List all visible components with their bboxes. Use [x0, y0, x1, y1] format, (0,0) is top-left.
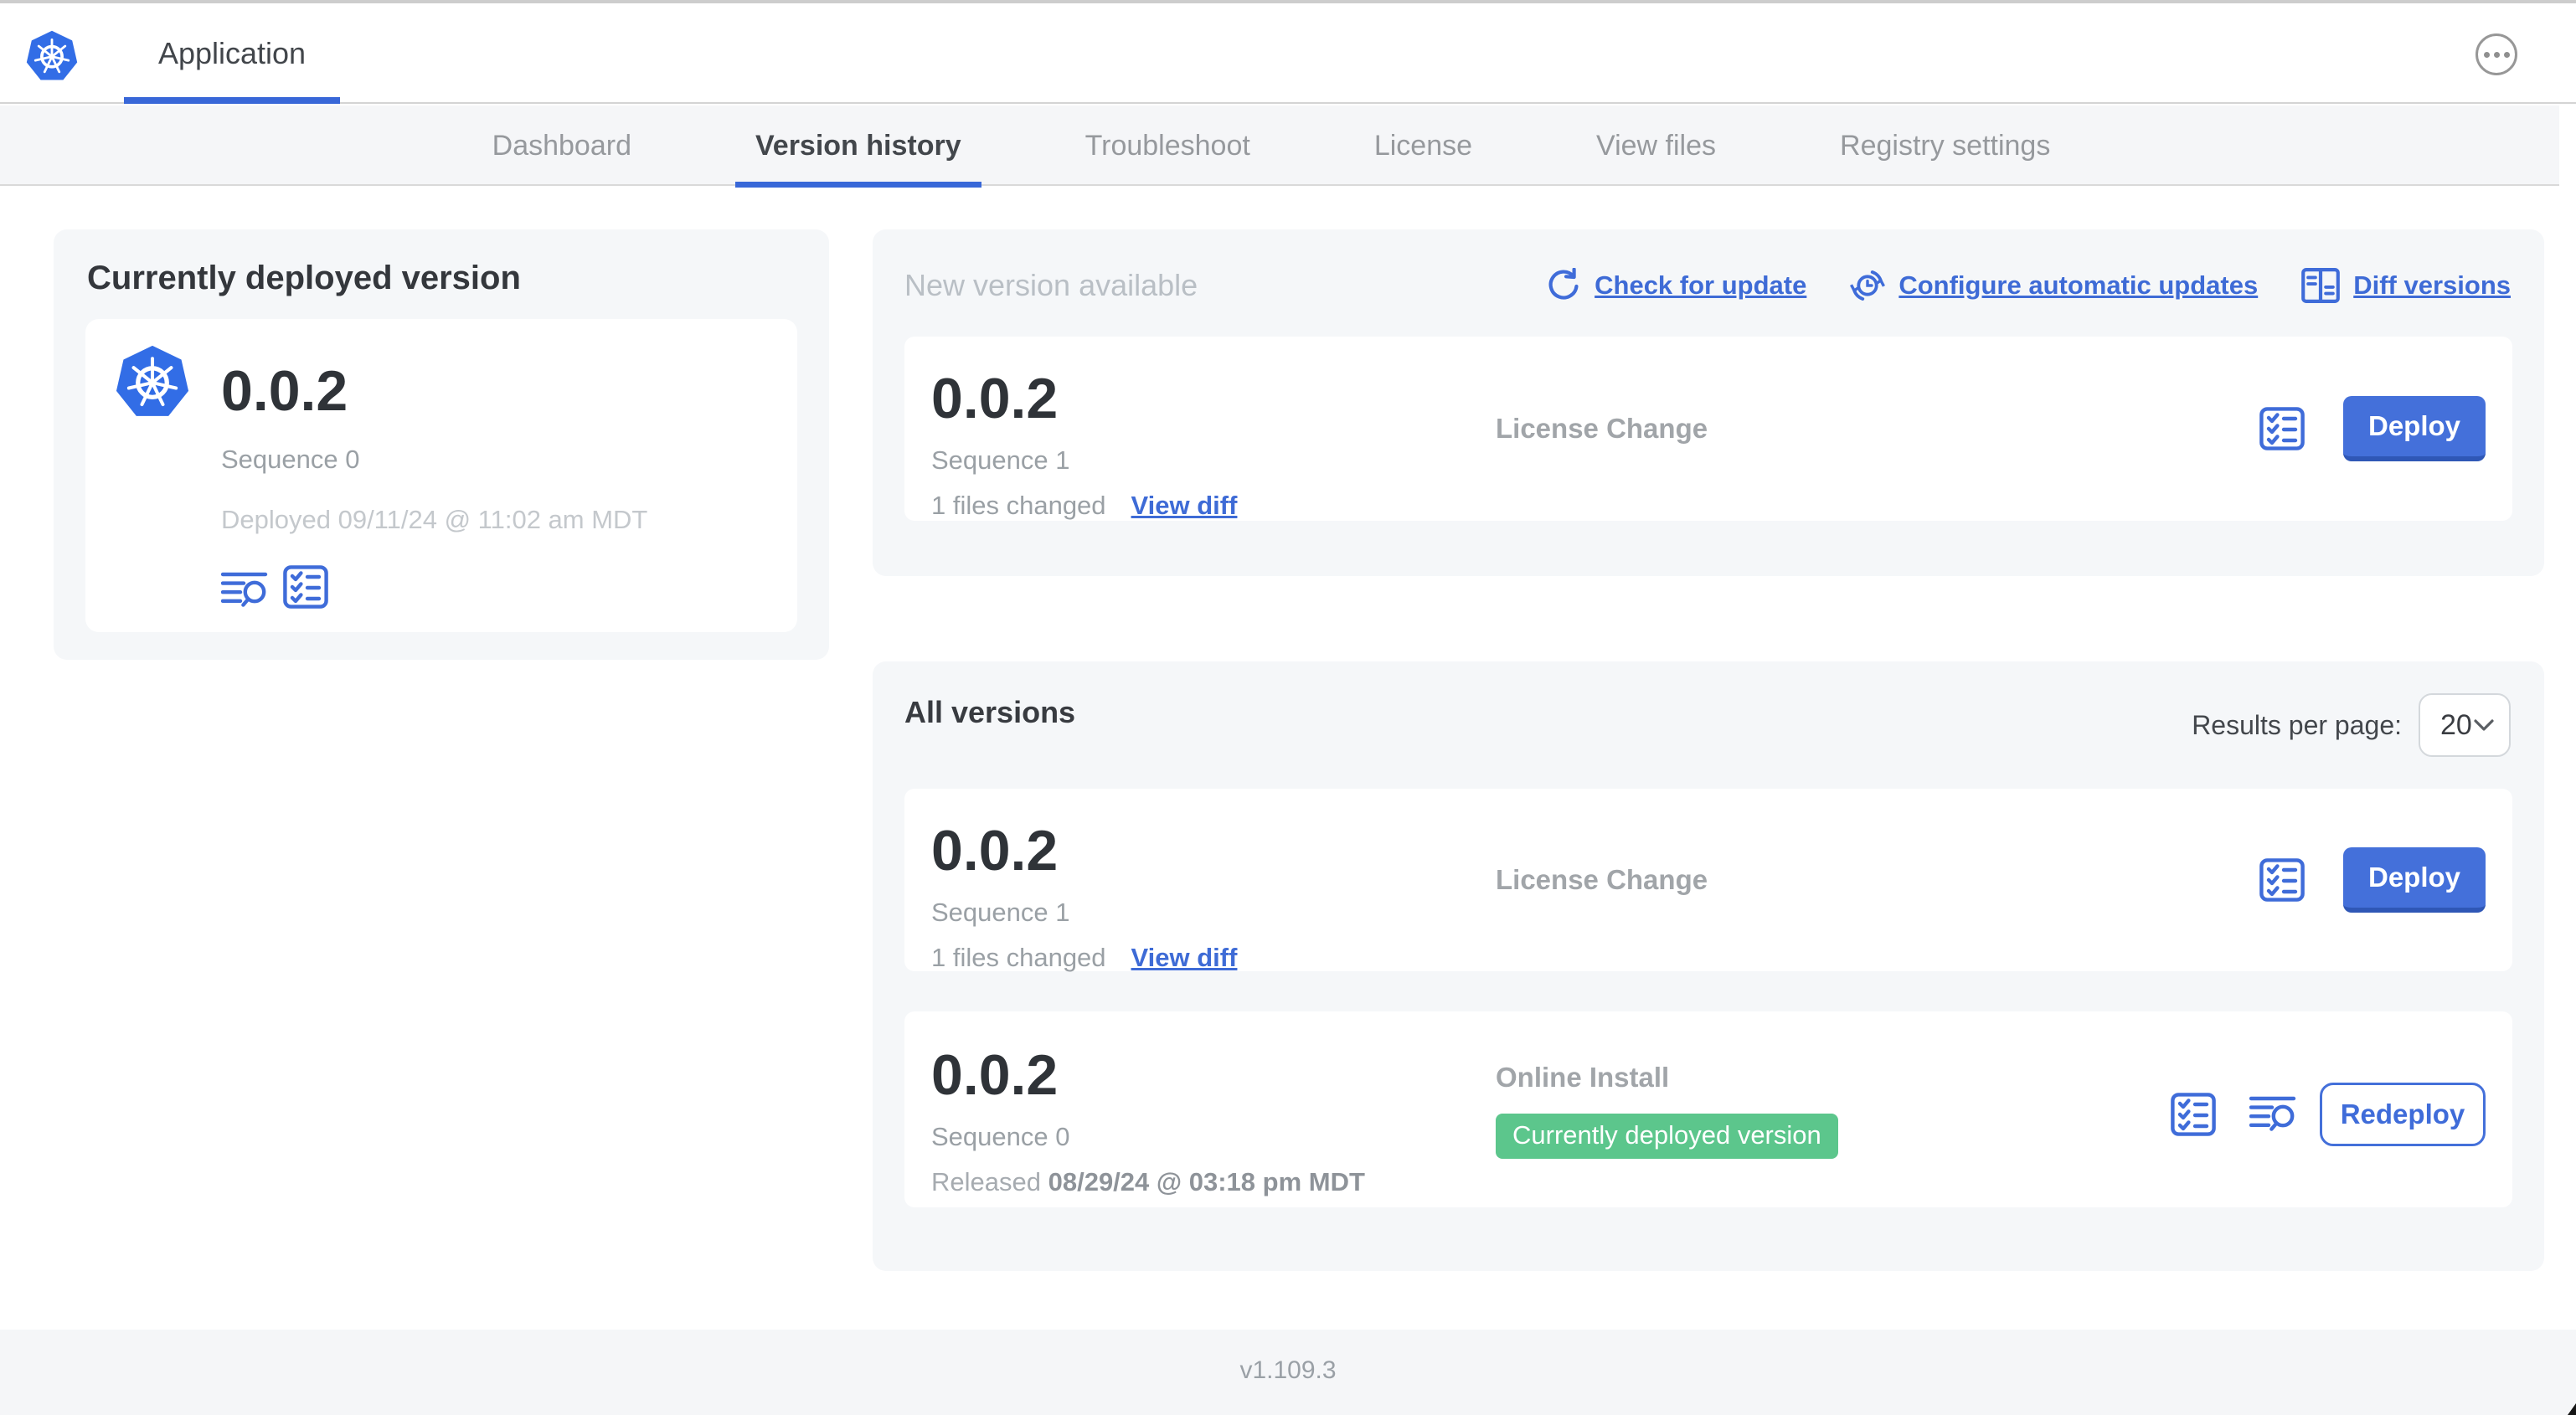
tab-troubleshoot[interactable]: Troubleshoot — [1065, 105, 1270, 186]
diff-versions-label[interactable]: Diff versions — [2353, 270, 2511, 301]
new-version-card: New version available Check for update C… — [873, 229, 2544, 576]
results-per-page-label: Results per page: — [2192, 709, 2402, 740]
version-row: 0.0.2 Sequence 0 Released 08/29/24 @ 03:… — [904, 1011, 2512, 1207]
view-diff-link[interactable]: View diff — [1131, 943, 1238, 972]
check-for-update-link[interactable]: Check for update — [1546, 268, 1806, 303]
deployed-sequence: Sequence 0 — [221, 445, 360, 474]
files-changed: 1 files changed — [931, 491, 1106, 520]
view-logs-icon[interactable] — [2249, 1096, 2296, 1133]
redeploy-button[interactable]: Redeploy — [2320, 1083, 2486, 1146]
application-tab[interactable]: Application — [124, 3, 340, 104]
kubernetes-app-icon — [112, 342, 193, 426]
released-prefix: Released — [931, 1167, 1041, 1196]
version-row: 0.0.2 Sequence 1 1 files changed View dif… — [904, 789, 2512, 972]
version-type: License Change — [1496, 413, 1708, 444]
kubernetes-logo-icon — [23, 28, 80, 87]
preflight-checks-icon[interactable] — [283, 565, 328, 609]
tab-dashboard[interactable]: Dashboard — [472, 105, 652, 186]
view-logs-icon[interactable] — [221, 572, 268, 609]
version-sequence: Sequence 0 — [931, 1122, 1070, 1151]
tab-license[interactable]: License — [1354, 105, 1492, 186]
version-sequence: Sequence 1 — [931, 898, 1070, 927]
configure-automatic-updates-link[interactable]: Configure automatic updates — [1850, 268, 2258, 303]
chevron-down-icon — [2474, 719, 2494, 731]
version-type: Online Install — [1496, 1062, 1670, 1093]
deployed-timestamp: Deployed 09/11/24 @ 11:02 am MDT — [221, 505, 648, 534]
version-sequence: Sequence 1 — [931, 445, 1070, 475]
results-per-page-select[interactable]: 20 — [2419, 693, 2511, 757]
preflight-checks-icon[interactable] — [2259, 858, 2305, 902]
more-options-button[interactable] — [2476, 33, 2517, 75]
released-date: 08/29/24 @ 03:18 pm MDT — [1048, 1167, 1365, 1196]
diff-icon — [2301, 268, 2340, 303]
version-type: License Change — [1496, 864, 1708, 895]
deploy-button[interactable]: Deploy — [2343, 847, 2486, 913]
all-versions-title: All versions — [904, 695, 1076, 729]
new-version-title: New version available — [904, 268, 1198, 302]
deployed-version-card: 0.0.2 Sequence 0 Deployed 09/11/24 @ 11:… — [85, 319, 797, 632]
configure-automatic-updates-label[interactable]: Configure automatic updates — [1899, 270, 2258, 301]
version-number: 0.0.2 — [931, 819, 1059, 882]
page: Application Dashboard Version history Tr… — [0, 0, 2576, 1415]
currently-deployed-card: Currently deployed version 0.0.2 Sequenc… — [54, 229, 829, 660]
tab-version-history[interactable]: Version history — [734, 105, 981, 188]
app-nav: Dashboard Version history Troubleshoot L… — [0, 105, 2559, 188]
tab-view-files[interactable]: View files — [1576, 105, 1736, 186]
cursor-artifact — [2568, 1403, 2576, 1415]
version-number: 0.0.2 — [931, 1043, 1059, 1107]
deploy-button[interactable]: Deploy — [2343, 396, 2486, 461]
preflight-checks-icon[interactable] — [2259, 407, 2305, 450]
view-diff-link[interactable]: View diff — [1131, 491, 1238, 520]
app-header: Application — [0, 0, 2576, 104]
ellipsis-icon — [2483, 51, 2490, 58]
all-versions-card: All versions Results per page: 20 0.0.2 … — [873, 661, 2544, 1271]
currently-deployed-title: Currently deployed version — [87, 260, 521, 296]
preflight-checks-icon[interactable] — [2171, 1093, 2216, 1136]
results-per-page-value: 20 — [2440, 708, 2472, 741]
refresh-icon — [1546, 268, 1581, 303]
deployed-version-number: 0.0.2 — [221, 359, 348, 423]
clock-arrows-icon — [1850, 268, 1885, 303]
application-tab-underline — [124, 97, 340, 104]
version-number: 0.0.2 — [931, 367, 1059, 430]
tab-registry-settings[interactable]: Registry settings — [1820, 105, 2070, 186]
files-changed: 1 files changed — [931, 943, 1106, 972]
currently-deployed-badge: Currently deployed version — [1496, 1114, 1838, 1159]
footer: v1.109.3 — [0, 1330, 2576, 1415]
console-version: v1.109.3 — [1239, 1356, 1337, 1384]
diff-versions-link[interactable]: Diff versions — [2301, 268, 2511, 303]
new-version-row: 0.0.2 Sequence 1 1 files changed View dif… — [904, 337, 2512, 521]
check-for-update-label[interactable]: Check for update — [1595, 270, 1806, 301]
